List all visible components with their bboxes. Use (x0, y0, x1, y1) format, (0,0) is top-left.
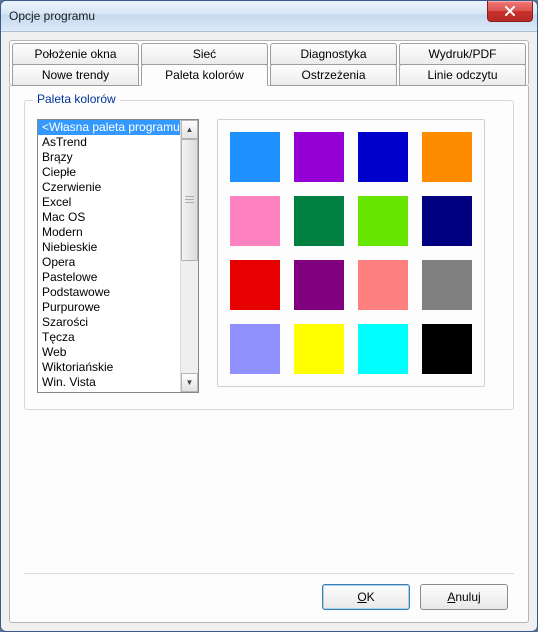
chevron-down-icon: ▼ (186, 378, 194, 387)
color-swatch[interactable] (358, 260, 408, 310)
scrollbar[interactable]: ▲ ▼ (180, 120, 198, 392)
tab-panel: Paleta kolorów <Własna paleta programu>A… (9, 86, 529, 623)
dialog-button-bar: OK Anuluj (24, 573, 514, 614)
tabs-row-1: Położenie okna Sieć Diagnostyka Wydruk/P… (12, 43, 526, 64)
color-swatch[interactable] (294, 132, 344, 182)
list-item[interactable]: Niebieskie (38, 240, 180, 255)
palette-row: <Własna paleta programu>AsTrendBrązyCiep… (37, 119, 501, 393)
color-swatch[interactable] (230, 196, 280, 246)
palette-groupbox: Paleta kolorów <Własna paleta programu>A… (24, 100, 514, 410)
tab-new-trends[interactable]: Nowe trendy (12, 64, 139, 86)
tab-network[interactable]: Sieć (141, 43, 268, 65)
window-title: Opcje programu (9, 9, 487, 23)
color-swatch[interactable] (358, 132, 408, 182)
tab-warnings[interactable]: Ostrzeżenia (270, 64, 397, 86)
color-swatch[interactable] (422, 196, 472, 246)
tabs-area: Położenie okna Sieć Diagnostyka Wydruk/P… (9, 40, 529, 86)
list-item[interactable]: Win. Vista (38, 375, 180, 390)
list-item[interactable]: <Własna paleta programu> (38, 120, 180, 135)
ok-button[interactable]: OK (322, 584, 410, 610)
list-item[interactable]: Brązy (38, 150, 180, 165)
tab-readout-lines[interactable]: Linie odczytu (399, 64, 526, 86)
tab-diagnostics[interactable]: Diagnostyka (270, 43, 397, 65)
color-swatch[interactable] (294, 260, 344, 310)
tab-window-position[interactable]: Położenie okna (12, 43, 139, 65)
tabs-row-2: Nowe trendy Paleta kolorów Ostrzeżenia L… (12, 64, 526, 85)
groupbox-title: Paleta kolorów (33, 92, 120, 106)
titlebar: Opcje programu (1, 1, 537, 32)
list-item[interactable]: Tęcza (38, 330, 180, 345)
color-swatch[interactable] (422, 324, 472, 374)
list-item[interactable]: Purpurowe (38, 300, 180, 315)
tab-print-pdf[interactable]: Wydruk/PDF (399, 43, 526, 65)
color-swatch[interactable] (294, 196, 344, 246)
swatches-panel (217, 119, 485, 387)
scroll-down-button[interactable]: ▼ (181, 373, 198, 392)
color-swatch[interactable] (230, 260, 280, 310)
close-button[interactable] (487, 0, 533, 22)
list-item[interactable]: Mac OS (38, 210, 180, 225)
list-item[interactable]: Szarości (38, 315, 180, 330)
list-item[interactable]: Modern (38, 225, 180, 240)
scroll-up-button[interactable]: ▲ (181, 120, 198, 139)
list-item[interactable]: AsTrend (38, 135, 180, 150)
tab-color-palette[interactable]: Paleta kolorów (141, 64, 268, 86)
close-icon (505, 6, 515, 16)
cancel-button[interactable]: Anuluj (420, 584, 508, 610)
scroll-thumb[interactable] (181, 139, 198, 261)
color-swatch[interactable] (358, 324, 408, 374)
palette-listbox-items: <Własna paleta programu>AsTrendBrązyCiep… (38, 120, 180, 392)
color-swatch[interactable] (422, 260, 472, 310)
palette-listbox[interactable]: <Własna paleta programu>AsTrendBrązyCiep… (37, 119, 199, 393)
chevron-up-icon: ▲ (186, 125, 194, 134)
list-item[interactable]: Pastelowe (38, 270, 180, 285)
options-dialog: Opcje programu Położenie okna Sieć Diagn… (0, 0, 538, 632)
scroll-track[interactable] (181, 139, 198, 373)
color-swatch[interactable] (230, 324, 280, 374)
list-item[interactable]: Wiktoriańskie (38, 360, 180, 375)
list-item[interactable]: Podstawowe (38, 285, 180, 300)
swatches-grid (230, 132, 472, 374)
list-item[interactable]: Ciepłe (38, 165, 180, 180)
color-swatch[interactable] (358, 196, 408, 246)
list-item[interactable]: Excel (38, 195, 180, 210)
color-swatch[interactable] (422, 132, 472, 182)
list-item[interactable]: Opera (38, 255, 180, 270)
color-swatch[interactable] (294, 324, 344, 374)
color-swatch[interactable] (230, 132, 280, 182)
dialog-content: Położenie okna Sieć Diagnostyka Wydruk/P… (1, 32, 537, 631)
list-item[interactable]: Web (38, 345, 180, 360)
list-item[interactable]: Czerwienie (38, 180, 180, 195)
